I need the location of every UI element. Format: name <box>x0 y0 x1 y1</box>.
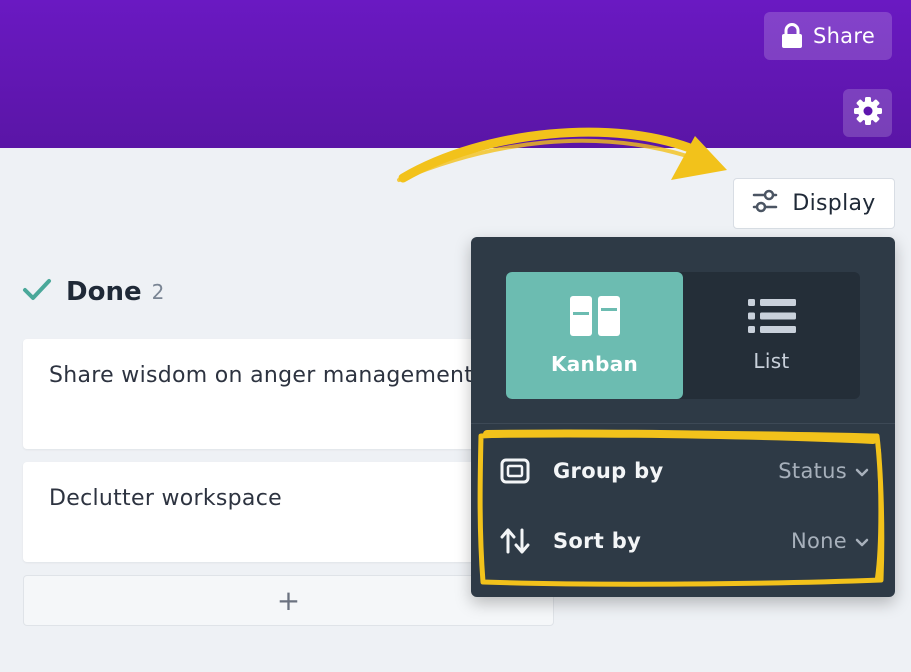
checkmark-icon <box>22 277 52 307</box>
group-by-select[interactable]: Status <box>778 459 869 483</box>
share-label: Share <box>812 24 876 48</box>
view-option-list[interactable]: List <box>683 272 860 399</box>
settings-button[interactable] <box>843 89 892 137</box>
task-title: Share wisdom on anger management <box>49 363 474 388</box>
task-title: Declutter workspace <box>49 486 282 511</box>
group-header-done[interactable]: Done 2 <box>22 272 164 312</box>
annotation-arrow <box>397 127 727 183</box>
group-by-value: Status <box>778 459 847 483</box>
view-option-kanban[interactable]: Kanban <box>506 272 683 399</box>
group-by-option[interactable]: Group by Status <box>499 446 869 496</box>
group-by-icon <box>499 458 531 484</box>
kanban-icon <box>569 295 621 342</box>
group-title: Done <box>66 277 142 307</box>
sort-by-select[interactable]: None <box>791 529 869 553</box>
list-icon <box>747 298 796 339</box>
group-by-label: Group by <box>553 459 664 483</box>
group-count: 2 <box>151 280 165 304</box>
sort-by-option[interactable]: Sort by None <box>499 516 869 566</box>
share-button[interactable]: Share <box>764 12 892 60</box>
sliders-icon <box>752 189 778 219</box>
display-button[interactable]: Display <box>733 178 895 229</box>
view-option-label: List <box>753 349 790 373</box>
sort-by-value: None <box>791 529 847 553</box>
sort-icon <box>499 527 531 555</box>
display-label: Display <box>792 191 876 216</box>
view-toggle: Kanban List <box>506 272 860 399</box>
chevron-down-icon <box>855 459 869 483</box>
panel-divider <box>471 423 895 424</box>
plus-icon: + <box>276 584 301 617</box>
gear-icon <box>853 96 883 130</box>
lock-icon <box>781 23 803 49</box>
display-panel: Kanban List Group by Status Sort by None <box>471 237 895 597</box>
sort-by-label: Sort by <box>553 529 642 553</box>
view-option-label: Kanban <box>550 352 639 376</box>
chevron-down-icon <box>855 529 869 553</box>
